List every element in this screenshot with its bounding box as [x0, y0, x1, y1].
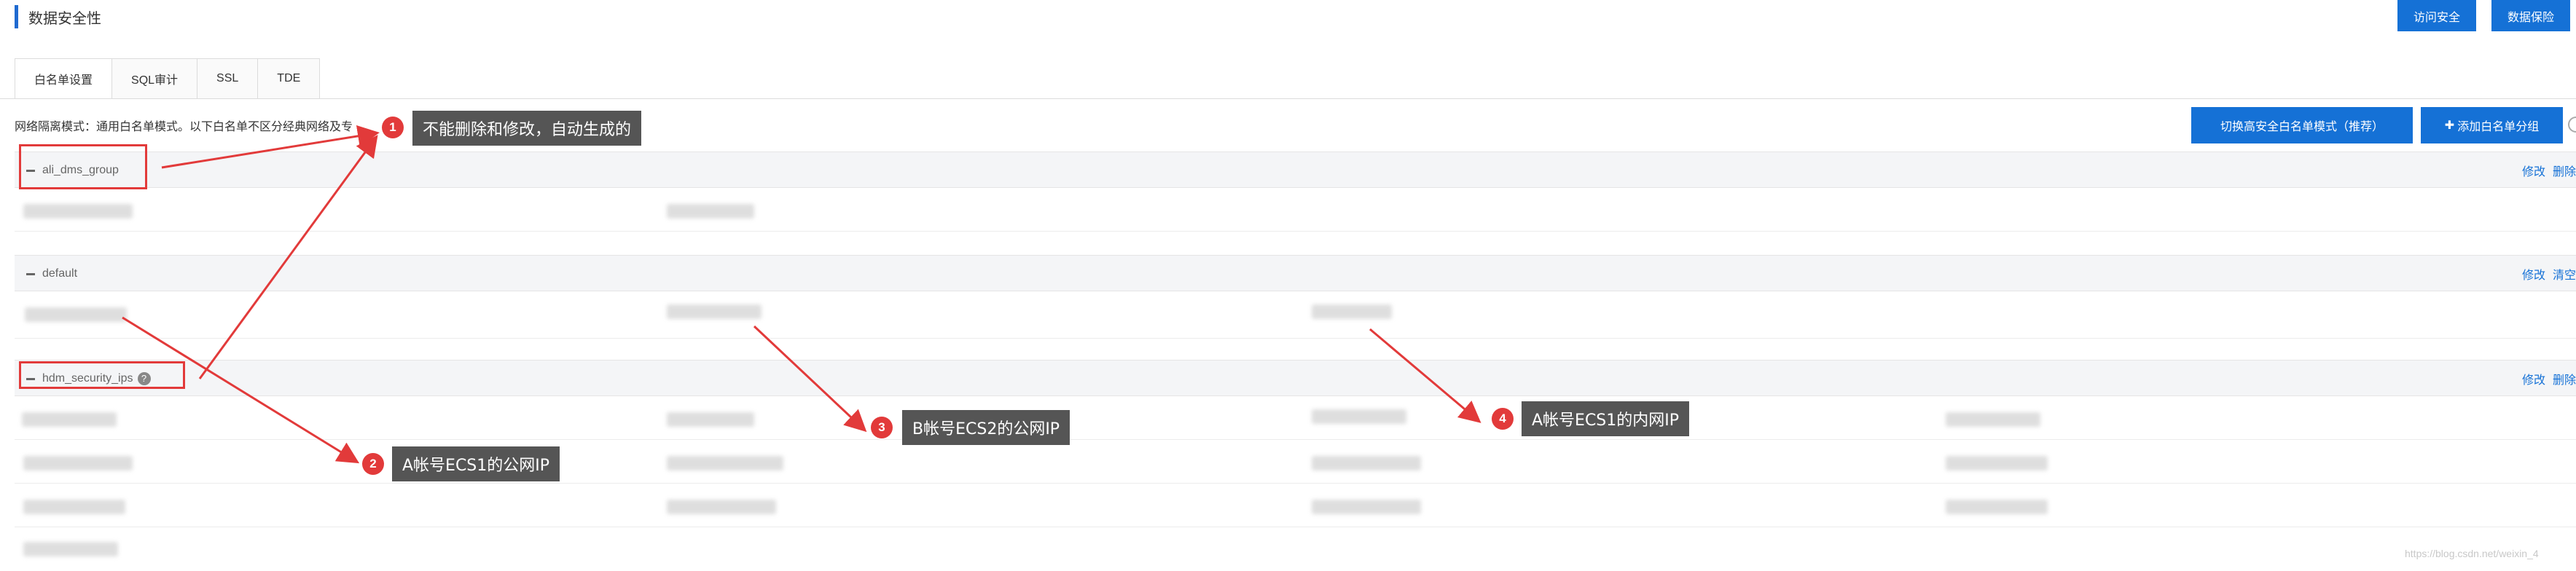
callout-badge-3: 3	[871, 417, 893, 438]
callout-label-1: 不能删除和修改，自动生成的	[412, 111, 642, 146]
arrow-1a	[161, 125, 380, 169]
callout-label-4: A帐号ECS1的内网IP	[1522, 401, 1690, 436]
arrow-3	[753, 325, 867, 433]
watermark: https://blog.csdn.net/weixin_4	[2405, 548, 2539, 559]
arrow-1b	[198, 135, 378, 379]
callout-label-3: B帐号ECS2的公网IP	[902, 410, 1070, 445]
arrow-2	[122, 316, 360, 464]
callout-badge-4: 4	[1492, 408, 1514, 430]
arrow-4	[1369, 328, 1481, 423]
annotation-arrows	[122, 125, 1481, 464]
callout-badge-2: 2	[362, 453, 384, 475]
callout-badge-1: 1	[382, 117, 404, 138]
callout-label-2: A帐号ECS1的公网IP	[392, 446, 560, 481]
